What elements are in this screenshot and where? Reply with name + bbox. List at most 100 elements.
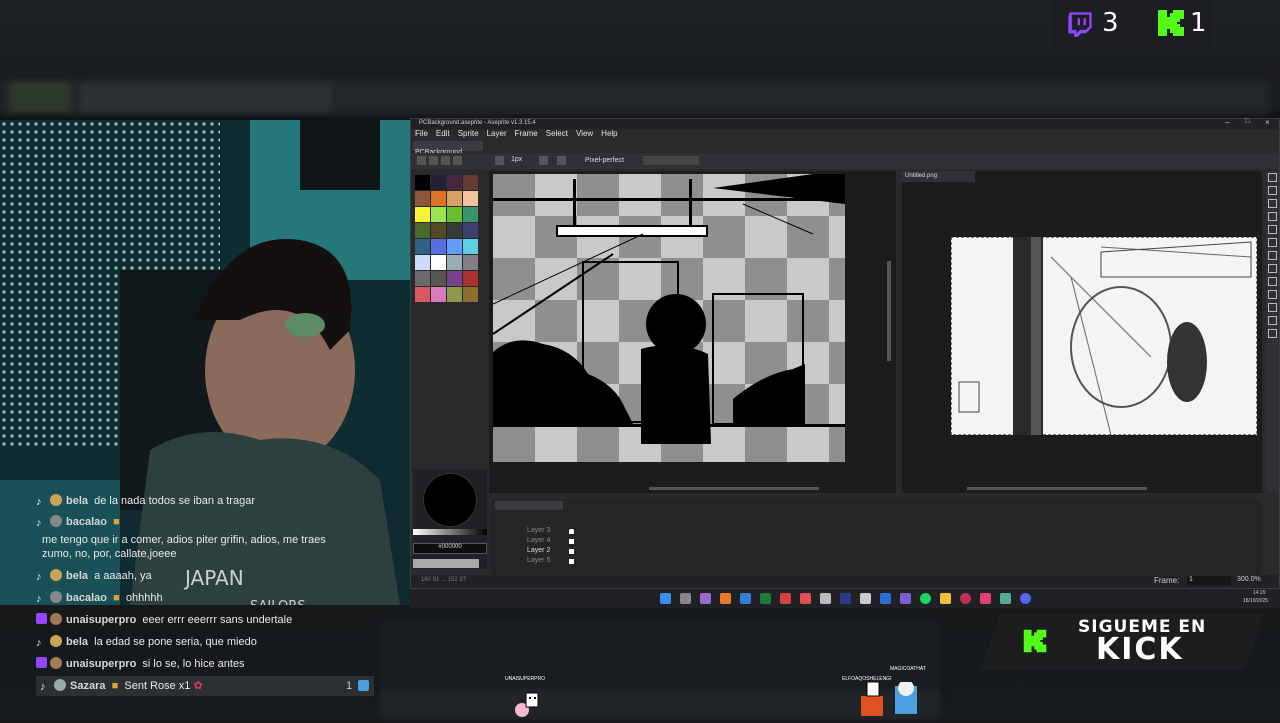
palette-swatch[interactable] xyxy=(431,223,446,238)
app-icon[interactable] xyxy=(780,593,791,604)
zoom-level[interactable]: 300.0% xyxy=(1237,576,1261,583)
tool-button[interactable] xyxy=(1268,264,1277,273)
palette-swatch[interactable] xyxy=(415,191,430,206)
toolbar-button[interactable] xyxy=(429,156,438,165)
palette-swatch[interactable] xyxy=(447,271,462,286)
tool-button[interactable] xyxy=(1268,186,1277,195)
app-icon[interactable] xyxy=(960,593,971,604)
tool-button[interactable] xyxy=(1268,316,1277,325)
tool-button[interactable] xyxy=(1268,225,1277,234)
palette-swatch[interactable] xyxy=(463,175,478,190)
close-button[interactable]: × xyxy=(1265,118,1270,127)
palette-swatch[interactable] xyxy=(415,239,430,254)
palette-swatch[interactable] xyxy=(463,271,478,286)
palette-swatch[interactable] xyxy=(463,223,478,238)
playback-controls[interactable] xyxy=(495,501,563,510)
palette-swatch[interactable] xyxy=(415,255,430,270)
layer-row[interactable]: Layer 3 xyxy=(511,527,550,534)
vscode-icon[interactable] xyxy=(880,593,891,604)
frame-cels[interactable] xyxy=(569,529,574,569)
toolbar-button[interactable] xyxy=(417,156,426,165)
canvas-editor[interactable] xyxy=(489,171,896,493)
search-icon[interactable] xyxy=(680,593,691,604)
menu-edit[interactable]: Edit xyxy=(436,129,450,141)
browser-icon[interactable] xyxy=(740,593,751,604)
palette-swatch[interactable] xyxy=(415,175,430,190)
pixel-canvas[interactable] xyxy=(493,174,845,462)
palette-swatch[interactable] xyxy=(431,255,446,270)
palette-swatch[interactable] xyxy=(431,207,446,222)
spotify-icon[interactable] xyxy=(920,593,931,604)
value-slider[interactable] xyxy=(413,529,487,535)
foreground-color-swatch[interactable] xyxy=(413,559,479,568)
tool-button[interactable] xyxy=(1268,303,1277,312)
palette-swatch[interactable] xyxy=(447,255,462,270)
reference-horizontal-scrollbar[interactable] xyxy=(967,487,1147,490)
color-hex-field[interactable]: #000000 xyxy=(413,543,487,554)
menu-file[interactable]: File xyxy=(415,129,428,141)
app-icon[interactable] xyxy=(720,593,731,604)
tool-button[interactable] xyxy=(1268,212,1277,221)
tool-button[interactable] xyxy=(1268,329,1277,338)
menu-view[interactable]: View xyxy=(576,129,593,141)
excel-icon[interactable] xyxy=(760,593,771,604)
palette-swatch[interactable] xyxy=(415,271,430,286)
palette-swatch[interactable] xyxy=(447,287,462,302)
palette-swatch[interactable] xyxy=(463,239,478,254)
tiktok-live-icon[interactable] xyxy=(980,593,991,604)
premiere-icon[interactable] xyxy=(840,593,851,604)
palette-swatch[interactable] xyxy=(415,207,430,222)
menu-help[interactable]: Help xyxy=(601,129,617,141)
symmetry-buttons[interactable] xyxy=(643,156,699,165)
start-icon[interactable] xyxy=(660,593,671,604)
layer-row[interactable]: Layer 4 xyxy=(511,537,550,544)
palette-swatch[interactable] xyxy=(463,255,478,270)
menu-select[interactable]: Select xyxy=(546,129,568,141)
chrome-icon[interactable] xyxy=(800,593,811,604)
tool-button[interactable] xyxy=(1268,238,1277,247)
toolbar-button[interactable] xyxy=(453,156,462,165)
palette-swatch[interactable] xyxy=(431,175,446,190)
frame-field[interactable]: 1 xyxy=(1187,576,1231,585)
tool-button[interactable] xyxy=(1268,290,1277,299)
canvas-vertical-scrollbar[interactable] xyxy=(887,261,891,361)
app-icon[interactable] xyxy=(700,593,711,604)
palette-swatch[interactable] xyxy=(463,287,478,302)
palette-swatch[interactable] xyxy=(447,223,462,238)
canvas-horizontal-scrollbar[interactable] xyxy=(649,487,819,490)
discord-icon[interactable] xyxy=(1020,593,1031,604)
tool-button[interactable] xyxy=(1268,199,1277,208)
menu-layer[interactable]: Layer xyxy=(487,129,507,141)
app-icon[interactable] xyxy=(820,593,831,604)
palette-swatch[interactable] xyxy=(447,239,462,254)
tab-pcbackground[interactable]: PCBackground. xyxy=(413,141,483,156)
brush-type-button[interactable] xyxy=(495,156,504,165)
palette-swatch[interactable] xyxy=(431,191,446,206)
tab-untitled-png[interactable]: Untitled.png xyxy=(902,171,975,182)
palette-swatch[interactable] xyxy=(463,191,478,206)
tool-button[interactable] xyxy=(1268,251,1277,260)
pixel-perfect-toggle[interactable]: Pixel-perfect xyxy=(585,157,624,164)
palette-swatch[interactable] xyxy=(431,287,446,302)
tool-button[interactable] xyxy=(1268,173,1277,182)
toolbar-button[interactable] xyxy=(557,156,566,165)
tool-button[interactable] xyxy=(1268,277,1277,286)
palette-swatch[interactable] xyxy=(415,287,430,302)
maximize-button[interactable]: □ xyxy=(1245,118,1249,125)
layer-row[interactable]: Layer 2 xyxy=(511,547,550,554)
palette-swatch[interactable] xyxy=(415,223,430,238)
color-wheel[interactable] xyxy=(423,473,477,527)
palette-swatch[interactable] xyxy=(447,207,462,222)
palette-swatch[interactable] xyxy=(463,207,478,222)
layer-row[interactable]: Layer 5 xyxy=(511,557,550,564)
aseprite-icon[interactable] xyxy=(900,593,911,604)
palette-swatch[interactable] xyxy=(447,175,462,190)
palette-swatch[interactable] xyxy=(447,191,462,206)
reference-panel[interactable]: Untitled.png xyxy=(902,171,1262,493)
color-picker[interactable]: #000000 xyxy=(413,469,487,569)
palette-swatch[interactable] xyxy=(431,239,446,254)
palette-swatch[interactable] xyxy=(431,271,446,286)
minimize-button[interactable]: – xyxy=(1225,118,1229,127)
folder-icon[interactable] xyxy=(940,593,951,604)
menu-frame[interactable]: Frame xyxy=(515,129,538,141)
